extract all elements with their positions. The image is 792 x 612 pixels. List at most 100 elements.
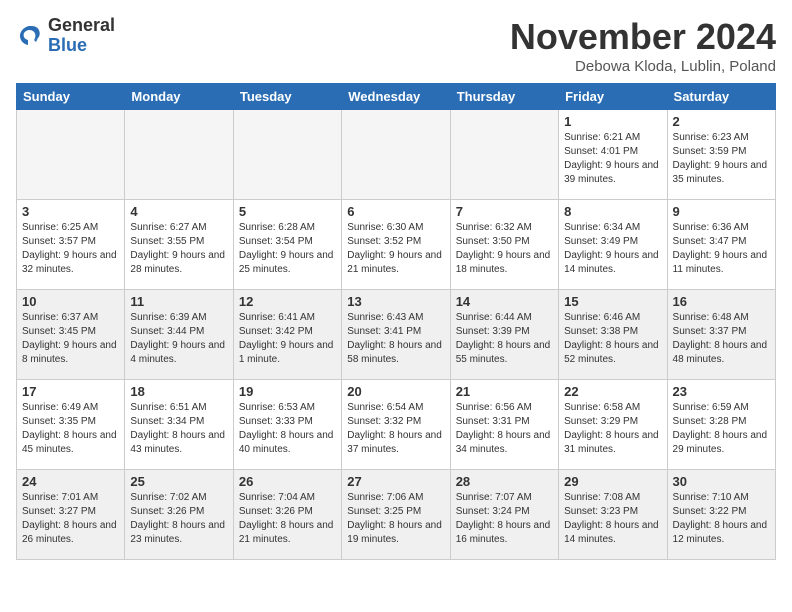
calendar-week-row: 10Sunrise: 6:37 AM Sunset: 3:45 PM Dayli…	[17, 290, 776, 380]
day-number: 15	[564, 294, 661, 309]
day-info: Sunrise: 6:54 AM Sunset: 3:32 PM Dayligh…	[347, 401, 444, 457]
day-number: 23	[673, 384, 770, 399]
day-info: Sunrise: 6:41 AM Sunset: 3:42 PM Dayligh…	[239, 311, 336, 367]
calendar-cell: 25 Sunrise: 7:02 AM Sunset: 3:26 PM Dayli…	[125, 470, 233, 560]
calendar-week-row: 3 Sunrise: 6:25 AM Sunset: 3:57 PM Daylig…	[17, 200, 776, 290]
day-info: Sunrise: 7:07 AM Sunset: 3:24 PM Dayligh…	[456, 491, 553, 547]
day-number: 7	[456, 204, 553, 219]
day-number: 20	[347, 384, 444, 399]
calendar-cell: 27 Sunrise: 7:06 AM Sunset: 3:25 PM Dayli…	[342, 470, 450, 560]
day-number: 19	[239, 384, 336, 399]
calendar-cell	[342, 110, 450, 200]
day-number: 22	[564, 384, 661, 399]
day-info: Sunrise: 6:37 AM Sunset: 3:45 PM Dayligh…	[22, 311, 119, 367]
calendar-cell: 17 Sunrise: 6:49 AM Sunset: 3:35 PM Dayli…	[17, 380, 125, 470]
weekday-header-friday: Friday	[559, 84, 667, 110]
calendar-cell	[125, 110, 233, 200]
calendar-table: SundayMondayTuesdayWednesdayThursdayFrid…	[16, 83, 776, 560]
calendar-cell: 20 Sunrise: 6:54 AM Sunset: 3:32 PM Dayli…	[342, 380, 450, 470]
day-info: Sunrise: 7:04 AM Sunset: 3:26 PM Dayligh…	[239, 491, 336, 547]
day-number: 17	[22, 384, 119, 399]
calendar-week-row: 1 Sunrise: 6:21 AM Sunset: 4:01 PM Daylig…	[17, 110, 776, 200]
day-number: 21	[456, 384, 553, 399]
logo: General Blue	[16, 16, 115, 56]
calendar-cell: 3 Sunrise: 6:25 AM Sunset: 3:57 PM Daylig…	[17, 200, 125, 290]
day-info: Sunrise: 6:23 AM Sunset: 3:59 PM Dayligh…	[673, 131, 770, 187]
calendar-week-row: 17 Sunrise: 6:49 AM Sunset: 3:35 PM Dayli…	[17, 380, 776, 470]
day-number: 30	[673, 474, 770, 489]
calendar-cell: 11 Sunrise: 6:39 AM Sunset: 3:44 PM Dayli…	[125, 290, 233, 380]
calendar-cell: 2 Sunrise: 6:23 AM Sunset: 3:59 PM Daylig…	[667, 110, 775, 200]
calendar-cell: 4 Sunrise: 6:27 AM Sunset: 3:55 PM Daylig…	[125, 200, 233, 290]
calendar-cell: 18 Sunrise: 6:51 AM Sunset: 3:34 PM Dayli…	[125, 380, 233, 470]
weekday-header-saturday: Saturday	[667, 84, 775, 110]
day-number: 6	[347, 204, 444, 219]
day-info: Sunrise: 6:51 AM Sunset: 3:34 PM Dayligh…	[130, 401, 227, 457]
calendar-cell: 28Sunrise: 7:07 AM Sunset: 3:24 PM Dayli…	[450, 470, 558, 560]
calendar-cell: 14 Sunrise: 6:44 AM Sunset: 3:39 PM Dayli…	[450, 290, 558, 380]
day-info: Sunrise: 6:32 AM Sunset: 3:50 PM Dayligh…	[456, 221, 553, 277]
day-info: Sunrise: 6:43 AM Sunset: 3:41 PM Dayligh…	[347, 311, 444, 367]
day-number: 25	[130, 474, 227, 489]
calendar-cell: 29 Sunrise: 7:08 AM Sunset: 3:23 PM Dayli…	[559, 470, 667, 560]
day-info: Sunrise: 6:39 AM Sunset: 3:44 PM Dayligh…	[130, 311, 227, 367]
weekday-header-row: SundayMondayTuesdayWednesdayThursdayFrid…	[17, 84, 776, 110]
weekday-header-sunday: Sunday	[17, 84, 125, 110]
calendar-week-row: 24 Sunrise: 7:01 AM Sunset: 3:27 PM Dayli…	[17, 470, 776, 560]
day-number: 5	[239, 204, 336, 219]
day-info: Sunrise: 6:56 AM Sunset: 3:31 PM Dayligh…	[456, 401, 553, 457]
calendar-cell: 7 Sunrise: 6:32 AM Sunset: 3:50 PM Daylig…	[450, 200, 558, 290]
calendar-cell: 8 Sunrise: 6:34 AM Sunset: 3:49 PM Daylig…	[559, 200, 667, 290]
day-info: Sunrise: 7:06 AM Sunset: 3:25 PM Dayligh…	[347, 491, 444, 547]
weekday-header-thursday: Thursday	[450, 84, 558, 110]
logo-text: General Blue	[48, 16, 115, 56]
month-title: November 2024	[510, 16, 776, 58]
calendar-cell: 16Sunrise: 6:48 AM Sunset: 3:37 PM Dayli…	[667, 290, 775, 380]
day-number: 3	[22, 204, 119, 219]
day-info: Sunrise: 6:30 AM Sunset: 3:52 PM Dayligh…	[347, 221, 444, 277]
day-info: Sunrise: 6:28 AM Sunset: 3:54 PM Dayligh…	[239, 221, 336, 277]
day-number: 9	[673, 204, 770, 219]
day-number: 29	[564, 474, 661, 489]
day-number: 11	[130, 294, 227, 309]
calendar-cell: 13Sunrise: 6:43 AM Sunset: 3:41 PM Dayli…	[342, 290, 450, 380]
day-info: Sunrise: 6:36 AM Sunset: 3:47 PM Dayligh…	[673, 221, 770, 277]
calendar-cell	[233, 110, 341, 200]
calendar-cell: 12Sunrise: 6:41 AM Sunset: 3:42 PM Dayli…	[233, 290, 341, 380]
logo-blue: Blue	[48, 35, 87, 55]
calendar-cell: 24 Sunrise: 7:01 AM Sunset: 3:27 PM Dayli…	[17, 470, 125, 560]
day-number: 2	[673, 114, 770, 129]
day-info: Sunrise: 6:25 AM Sunset: 3:57 PM Dayligh…	[22, 221, 119, 277]
day-number: 24	[22, 474, 119, 489]
weekday-header-monday: Monday	[125, 84, 233, 110]
day-number: 27	[347, 474, 444, 489]
day-info: Sunrise: 7:01 AM Sunset: 3:27 PM Dayligh…	[22, 491, 119, 547]
day-number: 8	[564, 204, 661, 219]
calendar-cell: 21 Sunrise: 6:56 AM Sunset: 3:31 PM Dayli…	[450, 380, 558, 470]
calendar-cell: 10Sunrise: 6:37 AM Sunset: 3:45 PM Dayli…	[17, 290, 125, 380]
day-info: Sunrise: 6:34 AM Sunset: 3:49 PM Dayligh…	[564, 221, 661, 277]
day-number: 4	[130, 204, 227, 219]
location: Debowa Kloda, Lublin, Poland	[510, 58, 776, 75]
day-info: Sunrise: 7:08 AM Sunset: 3:23 PM Dayligh…	[564, 491, 661, 547]
calendar-cell: 15Sunrise: 6:46 AM Sunset: 3:38 PM Dayli…	[559, 290, 667, 380]
weekday-header-tuesday: Tuesday	[233, 84, 341, 110]
day-number: 1	[564, 114, 661, 129]
day-info: Sunrise: 6:44 AM Sunset: 3:39 PM Dayligh…	[456, 311, 553, 367]
day-info: Sunrise: 7:10 AM Sunset: 3:22 PM Dayligh…	[673, 491, 770, 547]
calendar-cell: 6 Sunrise: 6:30 AM Sunset: 3:52 PM Daylig…	[342, 200, 450, 290]
day-number: 18	[130, 384, 227, 399]
day-info: Sunrise: 6:59 AM Sunset: 3:28 PM Dayligh…	[673, 401, 770, 457]
day-info: Sunrise: 6:21 AM Sunset: 4:01 PM Dayligh…	[564, 131, 661, 187]
calendar-cell: 23 Sunrise: 6:59 AM Sunset: 3:28 PM Dayli…	[667, 380, 775, 470]
day-info: Sunrise: 6:49 AM Sunset: 3:35 PM Dayligh…	[22, 401, 119, 457]
calendar-cell: 19Sunrise: 6:53 AM Sunset: 3:33 PM Dayli…	[233, 380, 341, 470]
logo-general: General	[48, 15, 115, 35]
weekday-header-wednesday: Wednesday	[342, 84, 450, 110]
day-number: 14	[456, 294, 553, 309]
calendar-cell: 5 Sunrise: 6:28 AM Sunset: 3:54 PM Daylig…	[233, 200, 341, 290]
calendar-cell: 9 Sunrise: 6:36 AM Sunset: 3:47 PM Daylig…	[667, 200, 775, 290]
day-info: Sunrise: 6:48 AM Sunset: 3:37 PM Dayligh…	[673, 311, 770, 367]
day-info: Sunrise: 6:27 AM Sunset: 3:55 PM Dayligh…	[130, 221, 227, 277]
day-info: Sunrise: 7:02 AM Sunset: 3:26 PM Dayligh…	[130, 491, 227, 547]
